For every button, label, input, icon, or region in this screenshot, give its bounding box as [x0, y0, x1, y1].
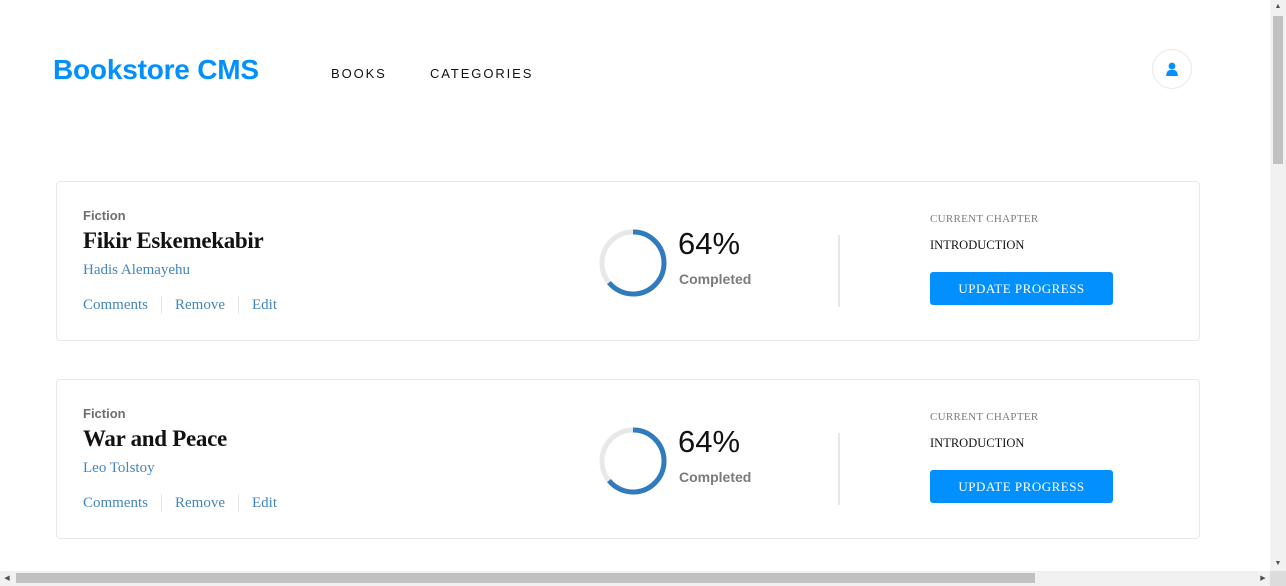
- scroll-right-arrow-icon[interactable]: ▶: [1256, 571, 1270, 586]
- progress-percent: 64%: [678, 226, 741, 261]
- nav-categories-link[interactable]: CATEGORIES: [430, 66, 533, 81]
- book-author: Hadis Alemayehu: [83, 262, 191, 278]
- vertical-scrollbar[interactable]: ▲ ▼: [1270, 0, 1286, 571]
- current-chapter-label: CURRENT CHAPTER: [930, 213, 1039, 225]
- book-card: Fiction Fikir Eskemekabir Hadis Alemayeh…: [56, 181, 1200, 341]
- book-actions: Comments Remove Edit: [83, 296, 277, 314]
- progress-percent: 64%: [678, 424, 741, 459]
- action-divider: [238, 494, 240, 512]
- book-actions: Comments Remove Edit: [83, 494, 277, 512]
- horizontal-scrollbar[interactable]: ◀ ▶: [0, 571, 1270, 586]
- update-progress-button[interactable]: UPDATE PROGRESS: [930, 470, 1113, 503]
- scroll-down-arrow-icon[interactable]: ▼: [1270, 557, 1286, 571]
- vertical-scroll-thumb[interactable]: [1273, 16, 1283, 164]
- remove-button[interactable]: Remove: [175, 495, 225, 512]
- vertical-divider: [838, 235, 840, 307]
- book-title: War and Peace: [83, 426, 227, 451]
- nav-books-link[interactable]: BOOKS: [331, 66, 387, 81]
- book-title: Fikir Eskemekabir: [83, 228, 264, 253]
- horizontal-scroll-thumb[interactable]: [16, 573, 1035, 583]
- scrollbar-corner: [1270, 571, 1286, 586]
- progress-status: Completed: [679, 271, 752, 287]
- action-divider: [161, 296, 163, 314]
- current-chapter: INTRODUCTION: [930, 436, 1025, 450]
- edit-button[interactable]: Edit: [252, 495, 277, 512]
- book-genre: Fiction: [83, 208, 126, 223]
- comments-button[interactable]: Comments: [83, 297, 148, 314]
- remove-button[interactable]: Remove: [175, 297, 225, 314]
- scroll-left-arrow-icon[interactable]: ◀: [0, 571, 14, 586]
- scroll-up-arrow-icon[interactable]: ▲: [1270, 0, 1286, 14]
- progress-ring: [599, 427, 667, 495]
- vertical-divider: [838, 433, 840, 505]
- book-card: Fiction War and Peace Leo Tolstoy Commen…: [56, 379, 1200, 539]
- current-chapter: INTRODUCTION: [930, 238, 1025, 252]
- action-divider: [238, 296, 240, 314]
- comments-button[interactable]: Comments: [83, 495, 148, 512]
- book-genre: Fiction: [83, 406, 126, 421]
- user-icon: [1166, 62, 1178, 76]
- progress-ring: [599, 229, 667, 297]
- book-author: Leo Tolstoy: [83, 460, 155, 476]
- current-chapter-label: CURRENT CHAPTER: [930, 411, 1039, 423]
- update-progress-button[interactable]: UPDATE PROGRESS: [930, 272, 1113, 305]
- site-header: Bookstore CMS BOOKS CATEGORIES: [0, 0, 1270, 140]
- edit-button[interactable]: Edit: [252, 297, 277, 314]
- user-profile-button[interactable]: [1152, 49, 1192, 89]
- progress-status: Completed: [679, 469, 752, 485]
- site-logo[interactable]: Bookstore CMS: [53, 54, 259, 86]
- page: Bookstore CMS BOOKS CATEGORIES Fiction F…: [0, 0, 1270, 571]
- action-divider: [161, 494, 163, 512]
